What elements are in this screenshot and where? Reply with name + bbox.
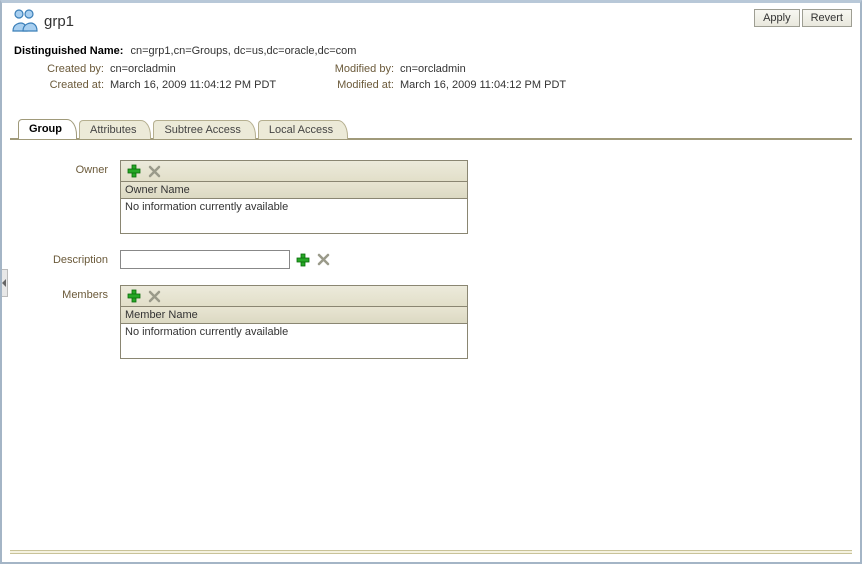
created-by-label: Created by: — [20, 63, 110, 75]
description-add-icon[interactable] — [296, 253, 310, 267]
members-column-header: Member Name — [121, 307, 467, 324]
description-remove-icon[interactable] — [316, 253, 330, 267]
tab-subtree-access[interactable]: Subtree Access — [153, 120, 255, 139]
modified-at-label: Modified at: — [310, 79, 400, 91]
modified-by-label: Modified by: — [310, 63, 400, 75]
members-label: Members — [40, 285, 120, 359]
owner-table: Owner Name No information currently avai… — [120, 160, 468, 234]
revert-button[interactable]: Revert — [802, 9, 852, 27]
members-add-icon[interactable] — [127, 289, 141, 303]
bottom-divider — [10, 550, 852, 554]
collapse-handle[interactable] — [2, 269, 8, 297]
description-label: Description — [40, 250, 120, 269]
owner-empty-msg: No information currently available — [121, 199, 467, 233]
tab-group[interactable]: Group — [18, 119, 77, 139]
modified-by-value: cn=orcladmin — [400, 63, 660, 75]
modified-at-value: March 16, 2009 11:04:12 PM PDT — [400, 79, 660, 91]
owner-remove-icon[interactable] — [147, 164, 161, 178]
created-at-value: March 16, 2009 11:04:12 PM PDT — [110, 79, 310, 91]
members-empty-msg: No information currently available — [121, 324, 467, 358]
owner-label: Owner — [40, 160, 120, 234]
owner-column-header: Owner Name — [121, 182, 467, 199]
dn-label: Distinguished Name: — [14, 45, 123, 57]
group-icon — [10, 7, 40, 35]
apply-button[interactable]: Apply — [754, 9, 800, 27]
created-by-value: cn=orcladmin — [110, 63, 310, 75]
tab-attributes[interactable]: Attributes — [79, 120, 151, 139]
owner-add-icon[interactable] — [127, 164, 141, 178]
tab-local-access[interactable]: Local Access — [258, 120, 348, 139]
members-remove-icon[interactable] — [147, 289, 161, 303]
page-title: grp1 — [44, 13, 74, 30]
description-input[interactable] — [120, 250, 290, 269]
created-at-label: Created at: — [20, 79, 110, 91]
dn-value: cn=grp1,cn=Groups, dc=us,dc=oracle,dc=co… — [130, 45, 356, 57]
members-table: Member Name No information currently ava… — [120, 285, 468, 359]
